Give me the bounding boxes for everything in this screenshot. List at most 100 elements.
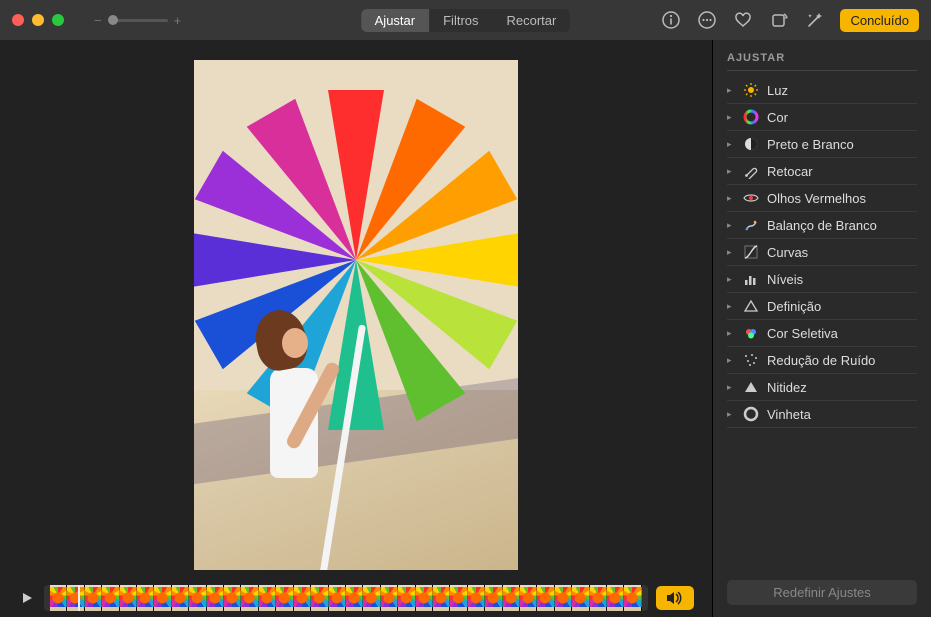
levels-icon [743, 271, 759, 287]
titlebar: − + Ajustar Filtros Recortar Concluído [0, 0, 931, 40]
tab-adjust[interactable]: Ajustar [361, 9, 429, 32]
timeline-frame[interactable] [207, 585, 224, 611]
zoom-track[interactable] [108, 19, 168, 22]
chevron-right-icon: ▸ [727, 247, 735, 258]
adjustment-label: Curvas [767, 245, 808, 260]
timeline-frame[interactable] [294, 585, 311, 611]
noise-icon [743, 352, 759, 368]
playhead[interactable] [78, 585, 80, 611]
timeline-frame[interactable] [259, 585, 276, 611]
timeline-frame[interactable] [433, 585, 450, 611]
chevron-right-icon: ▸ [727, 193, 735, 204]
canvas-area [0, 40, 712, 617]
timeline-frame[interactable] [607, 585, 624, 611]
adjustment-light[interactable]: ▸Luz [727, 77, 917, 104]
panel-title: AJUSTAR [727, 52, 917, 71]
play-button[interactable] [18, 589, 36, 607]
timeline-strip[interactable] [44, 585, 648, 611]
timeline-frame[interactable] [381, 585, 398, 611]
done-button[interactable]: Concluído [840, 9, 919, 32]
color-icon [743, 109, 759, 125]
adjustment-sharpen[interactable]: ▸ Nitidez [727, 374, 917, 401]
bw-icon [743, 136, 759, 152]
audio-button[interactable] [656, 586, 694, 610]
adjustment-vignette[interactable]: ▸Vinheta [727, 401, 917, 428]
timeline-frame[interactable] [572, 585, 589, 611]
chevron-right-icon: ▸ [727, 382, 735, 393]
adjustment-selectivecolor[interactable]: ▸Cor Seletiva [727, 320, 917, 347]
timeline-frame[interactable] [102, 585, 119, 611]
adjustment-retouch[interactable]: ▸Retocar [727, 158, 917, 185]
photo-preview[interactable] [194, 60, 518, 570]
chevron-right-icon: ▸ [727, 166, 735, 177]
timeline-frame[interactable] [590, 585, 607, 611]
zoom-slider[interactable]: − + [94, 13, 181, 28]
timeline-frame[interactable] [189, 585, 206, 611]
timeline-frame[interactable] [137, 585, 154, 611]
reset-adjustments-button[interactable]: Redefinir Ajustes [727, 580, 917, 605]
whitebalance-icon [743, 217, 759, 233]
adjustment-levels[interactable]: ▸Níveis [727, 266, 917, 293]
timeline-frame[interactable] [537, 585, 554, 611]
adjustment-label: Cor Seletiva [767, 326, 838, 341]
zoom-thumb[interactable] [108, 15, 118, 25]
chevron-right-icon: ▸ [727, 139, 735, 150]
adjustment-label: Vinheta [767, 407, 811, 422]
zoom-in-icon: + [174, 13, 182, 28]
timeline-frame[interactable] [276, 585, 293, 611]
adjustment-color[interactable]: ▸Cor [727, 104, 917, 131]
timeline-frame[interactable] [624, 585, 641, 611]
adjustment-label: Redução de Ruído [767, 353, 875, 368]
adjustment-redeye[interactable]: ▸Olhos Vermelhos [727, 185, 917, 212]
timeline-frame[interactable] [120, 585, 137, 611]
video-timeline [0, 584, 712, 617]
zoom-out-icon: − [94, 13, 102, 28]
adjustment-bw[interactable]: ▸Preto e Branco [727, 131, 917, 158]
timeline-frame[interactable] [154, 585, 171, 611]
more-icon[interactable] [696, 9, 718, 31]
timeline-frame[interactable] [555, 585, 572, 611]
tab-crop[interactable]: Recortar [493, 9, 571, 32]
adjustment-noise[interactable]: ▸ Redução de Ruído [727, 347, 917, 374]
timeline-frame[interactable] [224, 585, 241, 611]
adjustment-definition[interactable]: ▸Definição [727, 293, 917, 320]
timeline-frame[interactable] [85, 585, 102, 611]
timeline-frame[interactable] [311, 585, 328, 611]
light-icon [743, 82, 759, 98]
timeline-frame[interactable] [172, 585, 189, 611]
favorite-icon[interactable] [732, 9, 754, 31]
timeline-frame[interactable] [468, 585, 485, 611]
timeline-frame[interactable] [398, 585, 415, 611]
auto-enhance-icon[interactable] [804, 9, 826, 31]
chevron-right-icon: ▸ [727, 355, 735, 366]
rotate-icon[interactable] [768, 9, 790, 31]
timeline-frame[interactable] [50, 585, 67, 611]
adjustment-label: Balanço de Branco [767, 218, 877, 233]
timeline-frame[interactable] [485, 585, 502, 611]
timeline-frame[interactable] [520, 585, 537, 611]
adjustments-panel: AJUSTAR ▸Luz▸Cor▸Preto e Branco▸Retocar▸… [712, 40, 931, 617]
timeline-frame[interactable] [329, 585, 346, 611]
timeline-frame[interactable] [67, 585, 84, 611]
timeline-frame[interactable] [416, 585, 433, 611]
close-window-button[interactable] [12, 14, 24, 26]
fullscreen-window-button[interactable] [52, 14, 64, 26]
tab-filters[interactable]: Filtros [429, 9, 492, 32]
minimize-window-button[interactable] [32, 14, 44, 26]
timeline-frame[interactable] [503, 585, 520, 611]
info-icon[interactable] [660, 9, 682, 31]
curves-icon [743, 244, 759, 260]
adjustments-list: ▸Luz▸Cor▸Preto e Branco▸Retocar▸Olhos Ve… [727, 77, 917, 428]
timeline-frame[interactable] [241, 585, 258, 611]
timeline-frame[interactable] [346, 585, 363, 611]
sharpen-icon [743, 379, 759, 395]
adjustment-whitebalance[interactable]: ▸ Balanço de Branco [727, 212, 917, 239]
timeline-frame[interactable] [450, 585, 467, 611]
adjustment-label: Nitidez [767, 380, 807, 395]
timeline-frame[interactable] [363, 585, 380, 611]
adjustment-curves[interactable]: ▸ Curvas [727, 239, 917, 266]
chevron-right-icon: ▸ [727, 220, 735, 231]
retouch-icon [743, 163, 759, 179]
toolbar-right: Concluído [660, 9, 919, 32]
selectivecolor-icon [743, 325, 759, 341]
